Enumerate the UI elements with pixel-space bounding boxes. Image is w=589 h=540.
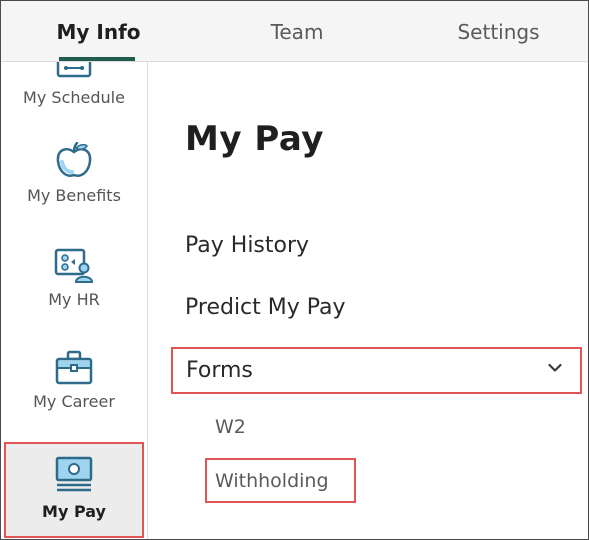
briefcase-icon	[55, 350, 93, 385]
active-tab-indicator	[59, 57, 135, 61]
sidebar-item-label: My Benefits	[27, 186, 121, 205]
top-tab-bar: My Info Team Settings	[1, 1, 588, 62]
sidebar-item-my-hr[interactable]: My HR	[1, 248, 147, 309]
sidebar-item-my-career[interactable]: My Career	[1, 350, 147, 411]
sidebar-item-label: My HR	[48, 290, 100, 309]
forms-label: Forms	[186, 358, 253, 383]
withholding-label: Withholding	[215, 470, 329, 492]
sidebar-item-my-schedule[interactable]: My Schedule	[1, 62, 147, 108]
tab-team[interactable]: Team	[247, 1, 347, 62]
w2-link[interactable]: W2	[215, 416, 246, 438]
page-title: My Pay	[185, 119, 324, 159]
sidebar: My Schedule My Benefits My HR My Career …	[1, 62, 148, 539]
sidebar-item-label: My Career	[33, 392, 115, 411]
app-window: My Info Team Settings My Schedule My Ben…	[0, 0, 589, 540]
pay-history-link[interactable]: Pay History	[185, 233, 309, 258]
sidebar-item-my-benefits[interactable]: My Benefits	[1, 142, 147, 205]
withholding-link[interactable]: Withholding	[205, 458, 356, 503]
pay-icon	[55, 456, 93, 492]
predict-my-pay-link[interactable]: Predict My Pay	[185, 295, 346, 320]
tab-settings[interactable]: Settings	[441, 1, 556, 62]
chevron-down-icon	[548, 363, 562, 372]
tab-my-info[interactable]: My Info	[41, 1, 156, 62]
apple-icon	[56, 142, 92, 177]
sidebar-item-label: My Pay	[42, 502, 106, 521]
calendar-icon	[56, 62, 92, 78]
hr-board-icon	[54, 248, 94, 283]
forms-accordion-header[interactable]: Forms	[171, 347, 582, 394]
sidebar-item-label: My Schedule	[23, 88, 125, 107]
sidebar-item-my-pay[interactable]: My Pay	[4, 442, 144, 538]
